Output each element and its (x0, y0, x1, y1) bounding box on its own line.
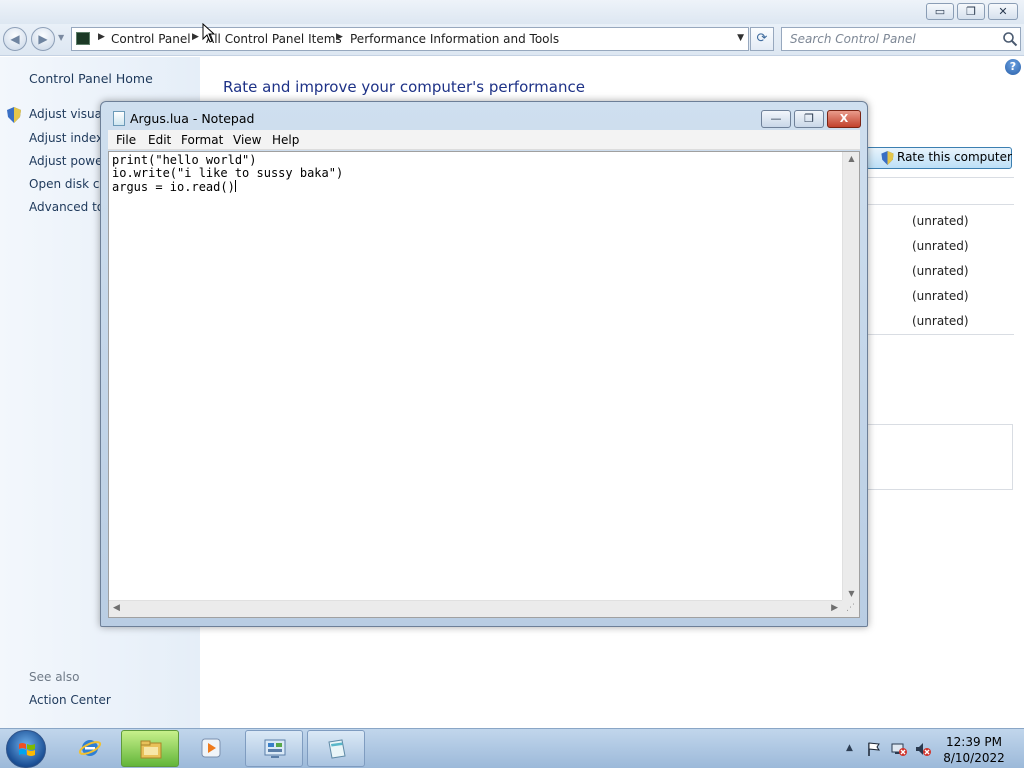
close-button[interactable]: X (827, 110, 861, 128)
notepad-icon (113, 111, 125, 126)
breadcrumb-performance[interactable]: Performance Information and Tools (350, 32, 559, 46)
adjust-power-link[interactable]: Adjust power (29, 154, 107, 168)
resize-grip-icon[interactable]: ⋰ (842, 600, 859, 617)
back-button[interactable]: ◀ (3, 27, 27, 51)
explorer-title-bar: ▭ ❐ ✕ (0, 0, 1024, 24)
page-title: Rate and improve your computer's perform… (223, 78, 585, 96)
action-center-flag-icon[interactable] (866, 741, 882, 757)
internet-explorer-icon (78, 740, 102, 756)
subscore-table: (unrated) (unrated) (unrated) (unrated) … (866, 177, 1014, 335)
breadcrumb-separator-icon[interactable]: ▶ (192, 32, 199, 42)
restore-button[interactable]: ❐ (957, 3, 985, 20)
editor-content[interactable]: print("hello world") io.write("i like to … (112, 154, 343, 194)
internet-explorer-taskbar-button[interactable] (61, 730, 119, 767)
start-button[interactable] (6, 730, 46, 768)
address-dropdown-icon[interactable]: ▼ (737, 33, 744, 43)
scroll-up-arrow-icon[interactable]: ▲ (843, 154, 860, 163)
text-editor-area[interactable]: print("hello world") io.write("i like to … (108, 151, 860, 618)
notepad-window: Argus.lua - Notepad — ❐ X File Edit Form… (100, 101, 868, 627)
scroll-down-arrow-icon[interactable]: ▼ (843, 589, 860, 598)
control-panel-taskbar-button[interactable] (245, 730, 303, 767)
show-hidden-icons-icon[interactable]: ▲ (846, 743, 853, 753)
clock-date: 8/10/2022 (943, 751, 1005, 765)
refresh-button[interactable]: ⟳ (750, 27, 774, 51)
notepad-taskbar-button[interactable] (307, 730, 365, 767)
vertical-scrollbar[interactable]: ▲ ▼ (842, 152, 859, 600)
media-player-taskbar-button[interactable] (182, 730, 240, 767)
address-bar[interactable]: ▶ Control Panel ▶ All Control Panel Item… (71, 27, 749, 51)
menu-edit[interactable]: Edit (148, 133, 171, 147)
control-panel-icon (264, 739, 286, 758)
notepad-title: Argus.lua - Notepad (130, 111, 255, 126)
windows-logo-icon (19, 743, 35, 756)
open-disk-cleanup-link[interactable]: Open disk cle (29, 177, 110, 191)
search-input[interactable]: Search Control Panel (781, 27, 1021, 51)
see-also-heading: See also (29, 670, 80, 684)
media-player-icon (201, 738, 221, 758)
gaming-graphics-subscore: (unrated) (912, 289, 969, 303)
adjust-visual-effects-link[interactable]: Adjust visual (29, 107, 105, 121)
minimize-button[interactable]: ▭ (926, 3, 954, 20)
menu-file[interactable]: File (116, 133, 136, 147)
file-explorer-icon (140, 740, 162, 759)
uac-shield-icon (7, 107, 21, 123)
graphics-subscore: (unrated) (912, 264, 969, 278)
rate-this-computer-button[interactable]: Rate this computer (866, 147, 1012, 169)
memory-subscore: (unrated) (912, 239, 969, 253)
code-line-with-caret: argus = io.read() (112, 180, 343, 194)
clock-time: 12:39 PM (946, 735, 1002, 749)
primary-hard-disk-subscore: (unrated) (912, 314, 969, 328)
mouse-cursor-icon (202, 23, 216, 43)
scroll-left-arrow-icon[interactable]: ◀ (113, 603, 120, 613)
menu-format[interactable]: Format (181, 133, 223, 147)
rate-this-computer-label: Rate this computer (897, 150, 1012, 164)
control-panel-icon (76, 32, 90, 45)
code-line: argus = io.read() (112, 180, 235, 194)
uac-shield-icon (881, 151, 894, 165)
help-icon[interactable]: ? (1005, 59, 1021, 75)
search-icon[interactable] (1002, 31, 1018, 47)
volume-muted-icon[interactable] (915, 741, 931, 757)
minimize-button[interactable]: — (761, 110, 791, 128)
info-box (866, 424, 1013, 490)
menu-view[interactable]: View (233, 133, 261, 147)
action-center-link[interactable]: Action Center (29, 693, 111, 707)
file-explorer-taskbar-button[interactable] (121, 730, 179, 767)
recent-pages-dropdown-icon[interactable]: ▼ (58, 33, 64, 42)
breadcrumb-separator-icon[interactable]: ▶ (336, 32, 343, 42)
menu-bar: File Edit Format View Help (108, 130, 860, 150)
horizontal-scrollbar[interactable]: ◀ ▶ (109, 600, 842, 617)
menu-help[interactable]: Help (272, 133, 299, 147)
system-clock[interactable]: 12:39 PM 8/10/2022 (934, 734, 1014, 766)
forward-button[interactable]: ▶ (31, 27, 55, 51)
taskbar: ▲ 12:39 PM 8/10/2022 (0, 728, 1024, 768)
navigation-bar: ◀ ▶ ▼ ▶ Control Panel ▶ All Control Pane… (0, 24, 1024, 56)
breadcrumb-separator-icon[interactable]: ▶ (98, 32, 105, 42)
table-header-divider (866, 204, 1014, 205)
close-button[interactable]: ✕ (988, 3, 1018, 20)
breadcrumb-control-panel[interactable]: Control Panel (111, 32, 191, 46)
breadcrumb-all-items[interactable]: All Control Panel Items (206, 32, 342, 46)
control-panel-home-link[interactable]: Control Panel Home (29, 71, 153, 86)
processor-subscore: (unrated) (912, 214, 969, 228)
network-disconnected-icon[interactable] (891, 741, 907, 757)
scroll-right-arrow-icon[interactable]: ▶ (831, 603, 838, 613)
notepad-icon (328, 739, 346, 759)
restore-button[interactable]: ❐ (794, 110, 824, 128)
text-caret (234, 180, 236, 192)
code-line: io.write("i like to sussy baka") (112, 166, 344, 180)
